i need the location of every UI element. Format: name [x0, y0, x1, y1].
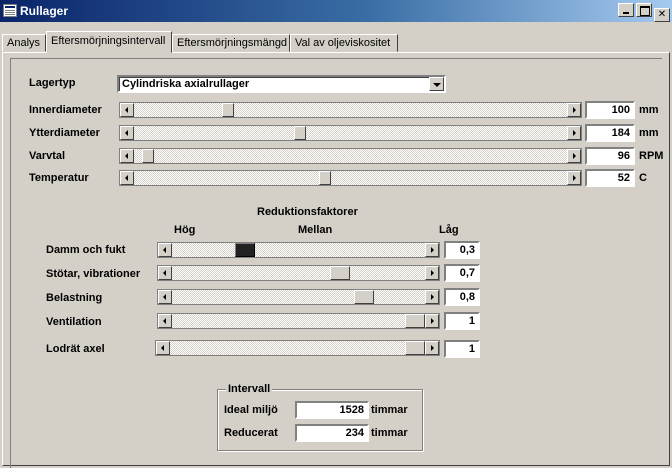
- ventilation-slider[interactable]: [157, 313, 440, 329]
- factor-label: Belastning: [46, 292, 103, 304]
- slider-thumb[interactable]: [319, 171, 332, 185]
- scale-low-label: Låg: [439, 224, 459, 236]
- tab-val-av-oljeviskositet[interactable]: Val av oljeviskositet: [290, 34, 398, 52]
- unit-label: C: [639, 172, 647, 184]
- scale-mid-label: Mellan: [298, 224, 333, 236]
- lagertyp-value: Cylindriska axialrullager: [122, 78, 250, 90]
- belastning-slider[interactable]: [157, 289, 440, 305]
- lagertyp-combo[interactable]: Cylindriska axialrullager: [117, 75, 446, 93]
- unit-label: mm: [639, 127, 659, 139]
- tab-analys[interactable]: Analys: [2, 34, 46, 52]
- scroll-right-button[interactable]: [425, 290, 439, 304]
- slider-thumb[interactable]: [293, 126, 306, 140]
- param-label: Varvtal: [29, 150, 66, 162]
- ideal-value[interactable]: 1528: [295, 401, 369, 419]
- maximize-button[interactable]: [636, 3, 652, 17]
- scale-high-label: Hög: [174, 224, 196, 236]
- reduced-value[interactable]: 234: [295, 424, 369, 442]
- slider-thumb[interactable]: [405, 314, 425, 328]
- close-button[interactable]: ✕: [654, 8, 670, 22]
- belastning-value[interactable]: 0,8: [444, 288, 480, 306]
- factor-label: Damm och fukt: [46, 244, 126, 256]
- minimize-button[interactable]: [618, 3, 634, 17]
- ideal-label: Ideal miljö: [224, 404, 278, 416]
- innerdiameter-slider[interactable]: [119, 102, 582, 118]
- ytterdiameter-value[interactable]: 184: [585, 124, 635, 142]
- window-controls: ✕: [616, 3, 670, 22]
- scroll-left-button[interactable]: [120, 126, 134, 140]
- reduced-unit: timmar: [371, 427, 408, 439]
- scroll-left-button[interactable]: [158, 290, 172, 304]
- tab-eftersmorjningsintervall[interactable]: Eftersmörjningsintervall: [46, 31, 172, 53]
- scroll-left-button[interactable]: [158, 266, 172, 280]
- scroll-left-button[interactable]: [158, 314, 172, 328]
- scroll-right-button[interactable]: [425, 314, 439, 328]
- form-icon: [3, 4, 17, 17]
- scroll-right-button[interactable]: [425, 266, 439, 280]
- slider-thumb[interactable]: [353, 290, 374, 304]
- scroll-left-button[interactable]: [120, 149, 134, 163]
- ideal-unit: timmar: [371, 404, 408, 416]
- tab-eftersmorjningsmangd[interactable]: Eftersmörjningsmängd: [172, 34, 290, 52]
- scroll-left-button[interactable]: [120, 103, 134, 117]
- damm-och-fukt-slider[interactable]: [157, 242, 440, 258]
- slider-thumb[interactable]: [142, 149, 155, 163]
- rullager-window: Rullager ✕ Analys Eftersmörjningsinterva…: [0, 0, 672, 468]
- param-label: Innerdiameter: [29, 104, 102, 116]
- temperatur-slider[interactable]: [119, 170, 582, 186]
- scroll-left-button[interactable]: [120, 171, 134, 185]
- slider-thumb[interactable]: [405, 341, 425, 355]
- factor-label: Ventilation: [46, 316, 102, 328]
- interval-title: Intervall: [226, 383, 273, 395]
- innerdiameter-value[interactable]: 100: [585, 101, 635, 119]
- reduction-title: Reduktionsfaktorer: [257, 206, 358, 218]
- slider-thumb[interactable]: [222, 103, 235, 117]
- scroll-right-button[interactable]: [567, 126, 581, 140]
- lodrat-axel-slider[interactable]: [155, 340, 440, 356]
- ytterdiameter-slider[interactable]: [119, 125, 582, 141]
- scroll-right-button[interactable]: [567, 103, 581, 117]
- title-bar[interactable]: Rullager ✕: [0, 0, 672, 22]
- stotar-vibrationer-value[interactable]: 0,7: [444, 264, 480, 282]
- param-label: Ytterdiameter: [29, 127, 100, 139]
- scroll-left-button[interactable]: [158, 243, 172, 257]
- lagertyp-label: Lagertyp: [29, 77, 76, 89]
- scroll-left-button[interactable]: [156, 341, 170, 355]
- slider-thumb[interactable]: [234, 243, 255, 257]
- window-title: Rullager: [20, 4, 69, 18]
- ventilation-value[interactable]: 1: [444, 312, 480, 330]
- unit-label: RPM: [639, 150, 664, 162]
- chevron-down-icon[interactable]: [429, 77, 444, 91]
- scroll-right-button[interactable]: [567, 149, 581, 163]
- lodrat-axel-value[interactable]: 1: [444, 340, 480, 358]
- reduced-label: Reducerat: [224, 427, 278, 439]
- unit-label: mm: [639, 104, 659, 116]
- scroll-right-button[interactable]: [425, 341, 439, 355]
- varvtal-value[interactable]: 96: [585, 147, 635, 165]
- scroll-right-button[interactable]: [425, 243, 439, 257]
- scroll-right-button[interactable]: [567, 171, 581, 185]
- slider-thumb[interactable]: [330, 266, 351, 280]
- stotar-vibrationer-slider[interactable]: [157, 265, 440, 281]
- damm-och-fukt-value[interactable]: 0,3: [444, 241, 480, 259]
- factor-label: Stötar, vibrationer: [46, 268, 141, 280]
- factor-label: Lodrät axel: [46, 343, 105, 355]
- varvtal-slider[interactable]: [119, 148, 582, 164]
- temperatur-value[interactable]: 52: [585, 169, 635, 187]
- param-label: Temperatur: [29, 172, 89, 184]
